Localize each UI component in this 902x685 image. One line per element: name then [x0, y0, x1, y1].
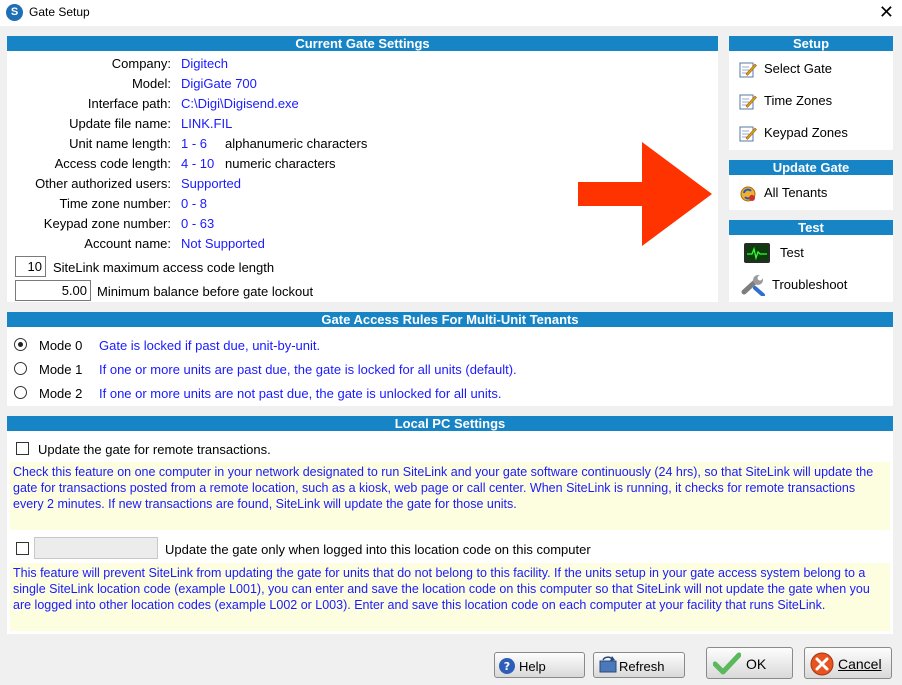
checkmark-icon	[713, 652, 741, 675]
row-value: Not Supported	[181, 236, 265, 251]
wrench-icon	[741, 275, 765, 296]
update-gate-header: Update Gate	[729, 160, 893, 175]
select-gate-label: Select Gate	[764, 61, 832, 76]
test-header: Test	[729, 220, 893, 235]
location-code-input[interactable]	[34, 537, 158, 559]
help-button[interactable]: ? Help	[494, 652, 585, 678]
access-rules-header: Gate Access Rules For Multi-Unit Tenants	[7, 312, 893, 327]
location-code-note: This feature will prevent SiteLink from …	[10, 563, 890, 631]
troubleshoot-label: Troubleshoot	[772, 277, 848, 292]
ok-label: OK	[746, 656, 767, 672]
monitor-icon	[744, 243, 770, 263]
mode-description: If one or more units are not past due, t…	[99, 386, 502, 401]
row-label: Update file name:	[69, 116, 171, 131]
row-value: DigiGate 700	[181, 76, 257, 91]
row-label: Account name:	[84, 236, 171, 251]
max-code-length-label: SiteLink maximum access code length	[53, 260, 275, 275]
local-pc-panel: Local PC Settings Update the gate for re…	[7, 416, 893, 634]
svg-text:?: ?	[504, 660, 510, 673]
row-value: 1 - 6	[181, 136, 208, 151]
help-icon: ?	[499, 658, 515, 674]
cancel-button[interactable]: Cancel	[804, 647, 892, 679]
row-value: 0 - 8	[181, 196, 208, 211]
all-tenants-label: All Tenants	[764, 185, 828, 200]
setup-panel: Setup Select Gate Time Zones Keypad Zone…	[729, 36, 893, 150]
row-value: Digitech	[181, 56, 228, 71]
test-panel: Test Test Troubleshoot	[729, 220, 893, 302]
keypad-zones-label: Keypad Zones	[764, 125, 848, 140]
min-balance-label: Minimum balance before gate lockout	[97, 284, 314, 299]
max-code-length-input[interactable]: 10	[15, 256, 46, 277]
mode-label: Mode 1	[39, 362, 83, 377]
refresh-icon	[599, 656, 617, 673]
remote-transactions-label: Update the gate for remote transactions.	[38, 442, 271, 457]
row-label: Keypad zone number:	[43, 216, 171, 231]
current-settings-header: Current Gate Settings	[7, 36, 718, 51]
row-value: C:\Digi\Digisend.exe	[181, 96, 299, 111]
row-value: 4 - 10	[181, 156, 215, 171]
mode-0-option[interactable]: Mode 0 Gate is locked if past due, unit-…	[14, 338, 514, 354]
edit-icon	[739, 62, 757, 78]
test-label: Test	[780, 245, 804, 260]
ok-button[interactable]: OK	[706, 647, 793, 679]
refresh-label: Refresh	[619, 659, 665, 674]
row-label: Unit name length:	[69, 136, 171, 151]
update-gate-panel: Update Gate All Tenants	[729, 160, 893, 210]
edit-icon	[739, 126, 757, 142]
row-label: Other authorized users:	[35, 176, 171, 191]
mode-1-option[interactable]: Mode 1 If one or more units are past due…	[14, 362, 614, 378]
row-value: LINK.FIL	[181, 116, 233, 131]
row-label: Interface path:	[87, 96, 171, 111]
mode-2-radio[interactable]	[14, 386, 27, 399]
mode-0-radio[interactable]	[14, 338, 27, 351]
title-bar: S Gate Setup ✕	[0, 0, 902, 26]
mode-description: Gate is locked if past due, unit-by-unit…	[99, 338, 321, 353]
row-unit: numeric characters	[225, 156, 336, 171]
sync-icon	[740, 186, 756, 202]
location-code-checkbox[interactable]	[16, 542, 29, 555]
time-zones-label: Time Zones	[764, 93, 833, 108]
mode-1-radio[interactable]	[14, 362, 27, 375]
cancel-label: Cancel	[838, 656, 882, 672]
mode-label: Mode 2	[39, 386, 83, 401]
window-title: Gate Setup	[29, 5, 90, 19]
edit-icon	[739, 94, 757, 110]
red-arrow-icon	[578, 142, 712, 246]
mode-label: Mode 0	[39, 338, 83, 353]
row-unit: alphanumeric characters	[225, 136, 368, 151]
mode-description: If one or more units are past due, the g…	[99, 362, 517, 377]
row-label: Time zone number:	[59, 196, 171, 211]
row-value: Supported	[181, 176, 241, 191]
access-rules-panel: Gate Access Rules For Multi-Unit Tenants…	[7, 312, 893, 406]
remote-transactions-note: Check this feature on one computer in yo…	[10, 462, 890, 530]
setup-header: Setup	[729, 36, 893, 51]
app-logo-icon: S	[6, 4, 23, 21]
cancel-icon	[810, 652, 834, 676]
refresh-button[interactable]: Refresh	[593, 652, 685, 678]
row-label: Access code length:	[54, 156, 171, 171]
row-label: Company:	[111, 56, 171, 71]
row-label: Model:	[131, 76, 171, 91]
close-icon[interactable]: ✕	[879, 1, 894, 23]
location-code-label: Update the gate only when logged into th…	[165, 542, 591, 557]
local-pc-header: Local PC Settings	[7, 416, 893, 431]
help-label: Help	[519, 659, 546, 674]
mode-2-option[interactable]: Mode 2 If one or more units are not past…	[14, 386, 614, 402]
row-value: 0 - 63	[181, 216, 215, 231]
min-balance-input[interactable]: 5.00	[15, 280, 91, 301]
remote-transactions-checkbox[interactable]	[16, 442, 29, 455]
